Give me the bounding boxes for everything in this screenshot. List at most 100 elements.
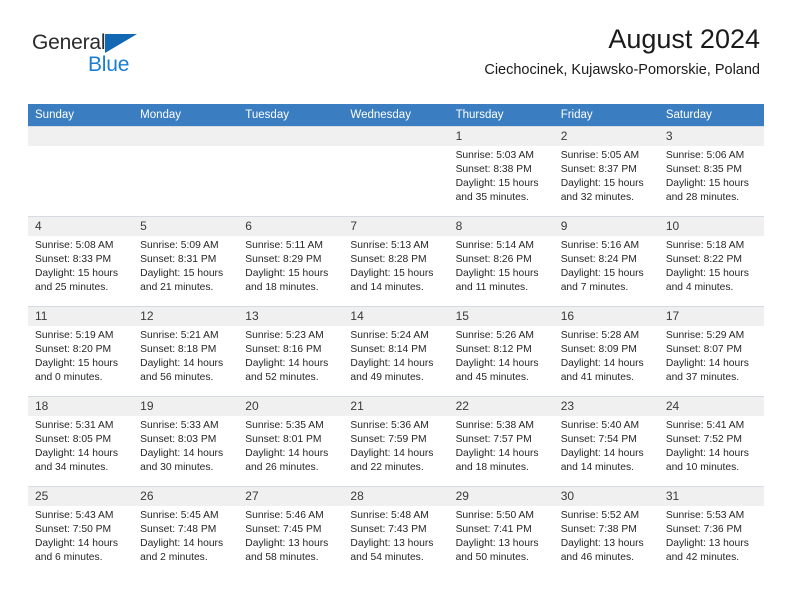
sunrise-text: Sunrise: 5:21 AM bbox=[140, 330, 219, 341]
day-number: 6 bbox=[238, 217, 344, 236]
page-subtitle: Ciechocinek, Kujawsko-Pomorskie, Poland bbox=[484, 62, 760, 79]
calendar-day-cell[interactable]: 23 Sunrise: 5:40 AM Sunset: 7:54 PM Dayligh… bbox=[553, 396, 659, 486]
sunrise-text: Sunrise: 5:50 AM bbox=[455, 510, 534, 521]
daylight-text-line1: Daylight: 15 hours bbox=[455, 178, 539, 190]
daylight-text-line1: Daylight: 14 hours bbox=[35, 538, 118, 550]
calendar-day-cell[interactable]: 13 Sunrise: 5:23 AM Sunset: 8:16 PM Dayligh… bbox=[238, 306, 344, 396]
sunset-text: Sunset: 8:26 PM bbox=[455, 254, 532, 266]
sunset-text: Sunset: 7:48 PM bbox=[140, 524, 217, 536]
sunset-text: Sunset: 7:52 PM bbox=[665, 434, 742, 446]
calendar-day-cell[interactable]: 14 Sunrise: 5:24 AM Sunset: 8:14 PM Dayligh… bbox=[343, 306, 449, 396]
day-cell-inner bbox=[238, 126, 344, 216]
calendar-day-cell[interactable]: 10 Sunrise: 5:18 AM Sunset: 8:22 PM Dayligh… bbox=[658, 216, 764, 306]
calendar-day-cell[interactable]: 18 Sunrise: 5:31 AM Sunset: 8:05 PM Dayligh… bbox=[28, 396, 134, 486]
day-cell-inner: 10 Sunrise: 5:18 AM Sunset: 8:22 PM Dayligh… bbox=[658, 216, 764, 306]
day-number: 12 bbox=[133, 307, 239, 326]
daylight-text-line1: Daylight: 15 hours bbox=[245, 268, 329, 280]
calendar-day-cell[interactable]: 20 Sunrise: 5:35 AM Sunset: 8:01 PM Dayligh… bbox=[238, 396, 344, 486]
sunset-text: Sunset: 8:07 PM bbox=[665, 344, 742, 356]
day-sun-info: Sunrise: 5:40 AM Sunset: 7:54 PM Daylight:… bbox=[554, 416, 659, 475]
daylight-text-line1: Daylight: 15 hours bbox=[350, 268, 434, 280]
day-sun-info: Sunrise: 5:14 AM Sunset: 8:26 PM Daylight:… bbox=[449, 236, 554, 295]
weekday-header-tuesday: Tuesday bbox=[238, 104, 344, 126]
day-cell-inner bbox=[343, 126, 449, 216]
calendar-day-cell[interactable]: 8 Sunrise: 5:14 AM Sunset: 8:26 PM Daylight… bbox=[448, 216, 554, 306]
day-number: 7 bbox=[343, 217, 449, 236]
calendar-day-cell[interactable]: 15 Sunrise: 5:26 AM Sunset: 8:12 PM Dayligh… bbox=[448, 306, 554, 396]
day-cell-inner: 16 Sunrise: 5:28 AM Sunset: 8:09 PM Dayligh… bbox=[553, 306, 659, 396]
sunrise-text: Sunrise: 5:24 AM bbox=[350, 330, 429, 341]
calendar-day-cell[interactable]: 27 Sunrise: 5:46 AM Sunset: 7:45 PM Dayligh… bbox=[238, 486, 344, 576]
sunset-text: Sunset: 8:18 PM bbox=[140, 344, 217, 356]
sunset-text: Sunset: 8:33 PM bbox=[35, 254, 112, 266]
calendar-day-cell[interactable]: 16 Sunrise: 5:28 AM Sunset: 8:09 PM Dayligh… bbox=[553, 306, 659, 396]
daylight-text-line2: and 18 minutes. bbox=[245, 282, 319, 294]
weekday-header-friday: Friday bbox=[553, 104, 659, 126]
daylight-text-line1: Daylight: 14 hours bbox=[245, 448, 329, 460]
daylight-text-line2: and 2 minutes. bbox=[140, 552, 208, 564]
calendar-day-cell[interactable]: 2 Sunrise: 5:05 AM Sunset: 8:37 PM Daylight… bbox=[553, 126, 659, 216]
day-sun-info: Sunrise: 5:11 AM Sunset: 8:29 PM Daylight:… bbox=[238, 236, 343, 295]
calendar-day-cell[interactable]: 4 Sunrise: 5:08 AM Sunset: 8:33 PM Daylight… bbox=[28, 216, 134, 306]
day-cell-inner: 28 Sunrise: 5:48 AM Sunset: 7:43 PM Dayligh… bbox=[343, 486, 449, 576]
weekday-header-sunday: Sunday bbox=[28, 104, 134, 126]
calendar-day-cell[interactable]: 29 Sunrise: 5:50 AM Sunset: 7:41 PM Dayligh… bbox=[448, 486, 554, 576]
calendar-day-cell[interactable]: 25 Sunrise: 5:43 AM Sunset: 7:50 PM Dayligh… bbox=[28, 486, 134, 576]
day-sun-info: Sunrise: 5:48 AM Sunset: 7:43 PM Daylight:… bbox=[343, 506, 448, 565]
calendar-week-row: 11 Sunrise: 5:19 AM Sunset: 8:20 PM Dayligh… bbox=[28, 306, 764, 396]
sunset-text: Sunset: 8:38 PM bbox=[455, 164, 532, 176]
calendar-day-cell[interactable]: 17 Sunrise: 5:29 AM Sunset: 8:07 PM Dayligh… bbox=[658, 306, 764, 396]
sunrise-text: Sunrise: 5:53 AM bbox=[665, 510, 745, 521]
calendar-day-cell[interactable]: 1 Sunrise: 5:03 AM Sunset: 8:38 PM Daylight… bbox=[448, 126, 554, 216]
day-number: 13 bbox=[238, 307, 344, 326]
sunrise-text: Sunrise: 5:35 AM bbox=[245, 420, 324, 431]
daylight-text-line2: and 7 minutes. bbox=[560, 282, 629, 294]
day-sun-info: Sunrise: 5:23 AM Sunset: 8:16 PM Daylight:… bbox=[238, 326, 343, 385]
day-cell-inner: 22 Sunrise: 5:38 AM Sunset: 7:57 PM Dayligh… bbox=[448, 396, 554, 486]
day-sun-info bbox=[343, 146, 448, 149]
calendar-day-cell[interactable]: 6 Sunrise: 5:11 AM Sunset: 8:29 PM Daylight… bbox=[238, 216, 344, 306]
sunset-text: Sunset: 7:50 PM bbox=[35, 524, 112, 536]
calendar-day-cell[interactable]: 31 Sunrise: 5:53 AM Sunset: 7:36 PM Dayligh… bbox=[658, 486, 764, 576]
daylight-text-line2: and 50 minutes. bbox=[455, 552, 529, 564]
daylight-text-line2: and 14 minutes. bbox=[350, 282, 424, 294]
calendar-header-row: Sunday Monday Tuesday Wednesday Thursday… bbox=[28, 104, 764, 126]
day-number: 5 bbox=[133, 217, 239, 236]
calendar-day-cell[interactable]: 12 Sunrise: 5:21 AM Sunset: 8:18 PM Dayligh… bbox=[133, 306, 239, 396]
calendar-day-cell[interactable]: 19 Sunrise: 5:33 AM Sunset: 8:03 PM Dayligh… bbox=[133, 396, 239, 486]
sunset-text: Sunset: 7:59 PM bbox=[350, 434, 427, 446]
day-number: 18 bbox=[28, 397, 134, 416]
day-cell-inner: 26 Sunrise: 5:45 AM Sunset: 7:48 PM Dayligh… bbox=[133, 486, 239, 576]
day-cell-inner: 13 Sunrise: 5:23 AM Sunset: 8:16 PM Dayligh… bbox=[238, 306, 344, 396]
daylight-text-line2: and 46 minutes. bbox=[560, 552, 634, 564]
day-sun-info: Sunrise: 5:28 AM Sunset: 8:09 PM Daylight:… bbox=[554, 326, 659, 385]
calendar-day-cell[interactable]: 5 Sunrise: 5:09 AM Sunset: 8:31 PM Daylight… bbox=[133, 216, 239, 306]
sunset-text: Sunset: 7:57 PM bbox=[455, 434, 532, 446]
day-number bbox=[238, 127, 344, 146]
sunset-text: Sunset: 7:54 PM bbox=[560, 434, 637, 446]
calendar-day-cell[interactable]: 21 Sunrise: 5:36 AM Sunset: 7:59 PM Dayligh… bbox=[343, 396, 449, 486]
day-number bbox=[343, 127, 449, 146]
daylight-text-line2: and 11 minutes. bbox=[455, 282, 529, 294]
day-number: 16 bbox=[553, 307, 659, 326]
calendar-day-cell[interactable]: 22 Sunrise: 5:38 AM Sunset: 7:57 PM Dayligh… bbox=[448, 396, 554, 486]
daylight-text-line2: and 58 minutes. bbox=[245, 552, 319, 564]
sunrise-text: Sunrise: 5:33 AM bbox=[140, 420, 219, 431]
calendar-day-cell[interactable]: 3 Sunrise: 5:06 AM Sunset: 8:35 PM Daylight… bbox=[658, 126, 764, 216]
day-sun-info: Sunrise: 5:50 AM Sunset: 7:41 PM Daylight:… bbox=[449, 506, 554, 565]
day-number: 15 bbox=[448, 307, 554, 326]
calendar-day-cell[interactable]: 11 Sunrise: 5:19 AM Sunset: 8:20 PM Dayligh… bbox=[28, 306, 134, 396]
day-cell-inner: 4 Sunrise: 5:08 AM Sunset: 8:33 PM Daylight… bbox=[28, 216, 134, 306]
calendar-day-cell[interactable]: 24 Sunrise: 5:41 AM Sunset: 7:52 PM Dayligh… bbox=[658, 396, 764, 486]
calendar-day-cell[interactable]: 30 Sunrise: 5:52 AM Sunset: 7:38 PM Dayligh… bbox=[553, 486, 659, 576]
day-number: 25 bbox=[28, 487, 134, 506]
general-blue-logo[interactable]: General Blue bbox=[32, 31, 172, 77]
day-sun-info: Sunrise: 5:18 AM Sunset: 8:22 PM Daylight:… bbox=[659, 236, 764, 295]
calendar-day-cell[interactable]: 26 Sunrise: 5:45 AM Sunset: 7:48 PM Dayligh… bbox=[133, 486, 239, 576]
calendar-day-cell[interactable]: 9 Sunrise: 5:16 AM Sunset: 8:24 PM Daylight… bbox=[553, 216, 659, 306]
calendar-day-cell[interactable]: 7 Sunrise: 5:13 AM Sunset: 8:28 PM Daylight… bbox=[343, 216, 449, 306]
calendar-day-cell[interactable]: 28 Sunrise: 5:48 AM Sunset: 7:43 PM Dayligh… bbox=[343, 486, 449, 576]
calendar-table: Sunday Monday Tuesday Wednesday Thursday… bbox=[28, 104, 764, 576]
day-sun-info: Sunrise: 5:41 AM Sunset: 7:52 PM Daylight:… bbox=[659, 416, 764, 475]
day-sun-info: Sunrise: 5:24 AM Sunset: 8:14 PM Daylight:… bbox=[343, 326, 448, 385]
